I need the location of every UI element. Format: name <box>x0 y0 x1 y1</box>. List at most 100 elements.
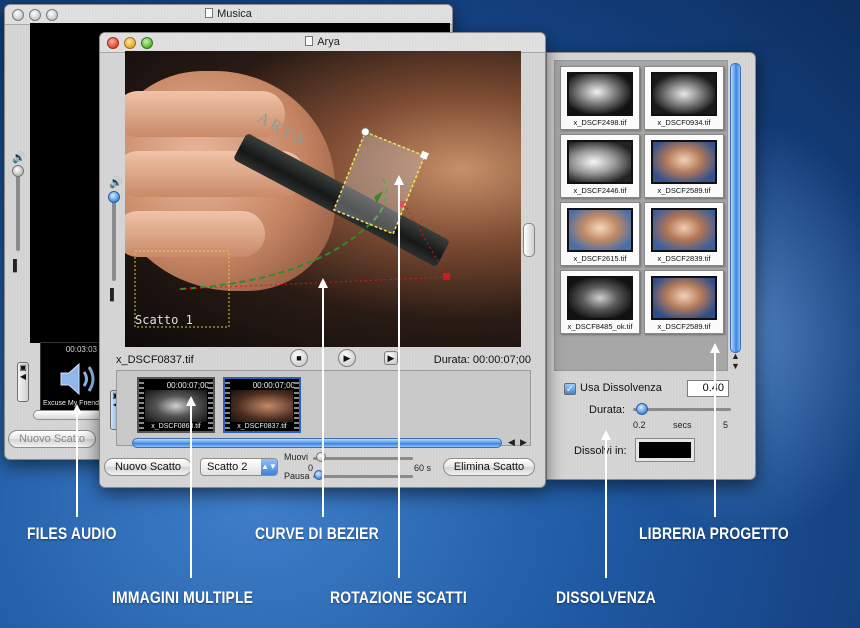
library-thumb[interactable]: x_DSCF2498.tif <box>560 66 640 130</box>
durata-max: 5 <box>723 420 729 430</box>
fullscreen-button[interactable]: ▶ <box>384 351 398 365</box>
drawer-handle[interactable] <box>523 223 535 257</box>
library-thumb[interactable]: x_DSCF2615.tif <box>560 202 640 266</box>
clip-time: 00:00:07;00 <box>166 381 209 390</box>
audio-clip-time: 00:03:03 <box>65 345 97 354</box>
timeline-scrollbar[interactable] <box>132 438 502 448</box>
library-thumb[interactable]: x_DSCF2589.tif <box>644 134 724 198</box>
arya-window-title: Arya <box>317 36 340 48</box>
callout-libreria-progetto: LIBRERIA PROGETTO <box>639 524 789 543</box>
arrow-up-icon <box>72 404 82 414</box>
arya-volume-slider[interactable] <box>112 191 116 281</box>
musica-titlebar[interactable]: Musica <box>5 5 452 25</box>
thumb-image <box>567 72 633 116</box>
thumb-name: x_DSCF2589.tif <box>657 322 711 331</box>
callout-curve-di-bezier: CURVE DI BEZIER <box>255 524 379 543</box>
volume-low-icon: ▌ <box>13 260 21 272</box>
scroll-left-arrow-icon[interactable]: ◀ <box>508 437 515 448</box>
callout-rotazione-scatti: ROTAZIONE SCATTI <box>330 588 467 607</box>
audio-clip[interactable]: 00:03:03 Excuse My Friend <box>40 342 102 412</box>
scroll-right-arrow-icon[interactable]: ▶ <box>520 437 527 448</box>
pausa-label: Pausa <box>284 471 310 481</box>
thumb-image <box>567 208 633 252</box>
arrow-up-icon <box>394 175 404 185</box>
thumb-name: x_DSCF2446.tif <box>573 186 627 195</box>
dissolvi-in-label: Dissolvi in: <box>574 445 627 457</box>
scroll-down-arrow-icon[interactable]: ▼ <box>731 361 740 371</box>
callout-line <box>605 437 607 578</box>
thumb-name: x_DSCF8485_ok.tif <box>567 322 633 331</box>
clip-name: x_DSCF0837.tif <box>237 423 287 430</box>
arrow-up-icon <box>601 430 611 440</box>
timeline-clip[interactable]: 00:00:07;00 x_DSCF0863.tif <box>137 377 215 433</box>
thumb-name: x_DSCF2839.tif <box>657 254 711 263</box>
callout-line <box>322 285 324 517</box>
play-button[interactable]: ▶ <box>338 349 356 367</box>
thumb-image <box>651 276 717 320</box>
clip-name: x_DSCF0863.tif <box>151 423 201 430</box>
callout-line <box>76 411 78 517</box>
musica-timeline-scrollbar[interactable] <box>33 410 103 420</box>
library-thumb[interactable]: x_DSCF0934.tif <box>644 66 724 130</box>
dissolvenza-value-field[interactable]: 0.40 <box>687 380 729 397</box>
callout-line <box>190 403 192 578</box>
muovi-label: Muovi <box>284 452 309 462</box>
clip-image <box>231 390 293 422</box>
volume-low-icon: ▌ <box>110 289 118 301</box>
musica-volume-knob[interactable] <box>12 165 24 177</box>
durata-label: Durata: <box>589 404 626 416</box>
document-icon <box>205 8 214 18</box>
volume-icon: 🔊 <box>109 177 123 189</box>
arrow-up-icon <box>186 396 196 406</box>
usa-dissolvenza-label: Usa Dissolvenza <box>580 382 662 394</box>
document-icon <box>305 36 314 46</box>
library-thumb[interactable]: x_DSCF2446.tif <box>560 134 640 198</box>
duration-readout: Durata: 00:00:07;00 <box>433 354 531 366</box>
library-thumb[interactable]: x_DSCF2839.tif <box>644 202 724 266</box>
library-thumb[interactable]: x_DSCF2589.tif <box>644 270 724 334</box>
volume-icon: 🔊 <box>12 152 26 164</box>
slider-max: 60 s <box>414 463 432 473</box>
nuovo-scatto-button[interactable]: Nuovo Scatto <box>104 458 192 476</box>
scroll-up-arrow-icon[interactable]: ▲ <box>731 351 740 361</box>
dissolvi-color-well[interactable] <box>635 438 695 462</box>
bezier-handle-line <box>179 200 448 290</box>
scatto-select[interactable]: Scatto 2 ▲▼ <box>200 458 278 476</box>
stop-button[interactable]: ■ <box>290 349 308 367</box>
elimina-scatto-button[interactable]: Elimina Scatto <box>443 458 535 476</box>
library-scrollbar[interactable] <box>730 63 741 353</box>
thumb-image <box>651 72 717 116</box>
callout-line <box>398 182 400 578</box>
speaker-icon <box>60 362 95 396</box>
callout-dissolvenza: DISSOLVENZA <box>556 588 656 607</box>
callout-immagini-multiple: IMMAGINI MULTIPLE <box>112 588 254 607</box>
timeline-clip-selected[interactable]: 00:00:07;00 x_DSCF0837.tif <box>223 377 301 433</box>
clip-image <box>145 390 207 422</box>
arya-volume-knob[interactable] <box>108 191 120 203</box>
musica-volume-slider[interactable] <box>16 165 20 251</box>
library-thumb[interactable]: x_DSCF8485_ok.tif <box>560 270 640 334</box>
thumb-image <box>567 276 633 320</box>
scatto-select-value: Scatto 2 <box>207 461 248 473</box>
thumb-image <box>651 208 717 252</box>
thumb-name: x_DSCF0934.tif <box>657 118 711 127</box>
callout-files-audio: FILES AUDIO <box>27 524 117 543</box>
scatto-label: Scatto 1 <box>135 313 193 327</box>
audio-track-toggle[interactable]: ▣ ◀ <box>17 362 29 402</box>
callout-line <box>714 350 716 517</box>
thumb-image <box>567 140 633 184</box>
musica-nuovo-scatto-button[interactable]: Nuovo Scatto <box>8 430 96 448</box>
arrow-up-icon <box>710 343 720 353</box>
slider-min: 0 <box>308 463 314 473</box>
arrow-up-icon <box>318 278 328 288</box>
project-library[interactable]: x_DSCF2498.tif x_DSCF0934.tif x_DSCF2446… <box>554 60 728 371</box>
durata-slider-knob[interactable] <box>636 403 648 415</box>
muovi-knob[interactable] <box>316 452 326 462</box>
usa-dissolvenza-checkbox[interactable]: ✓ <box>564 383 576 395</box>
thumb-name: x_DSCF2498.tif <box>573 118 627 127</box>
arya-titlebar[interactable]: Arya <box>100 33 545 53</box>
thumb-image <box>651 140 717 184</box>
film-sprocket <box>208 379 213 431</box>
bezier-handle-point <box>443 273 450 280</box>
durata-unit: secs <box>673 420 692 430</box>
